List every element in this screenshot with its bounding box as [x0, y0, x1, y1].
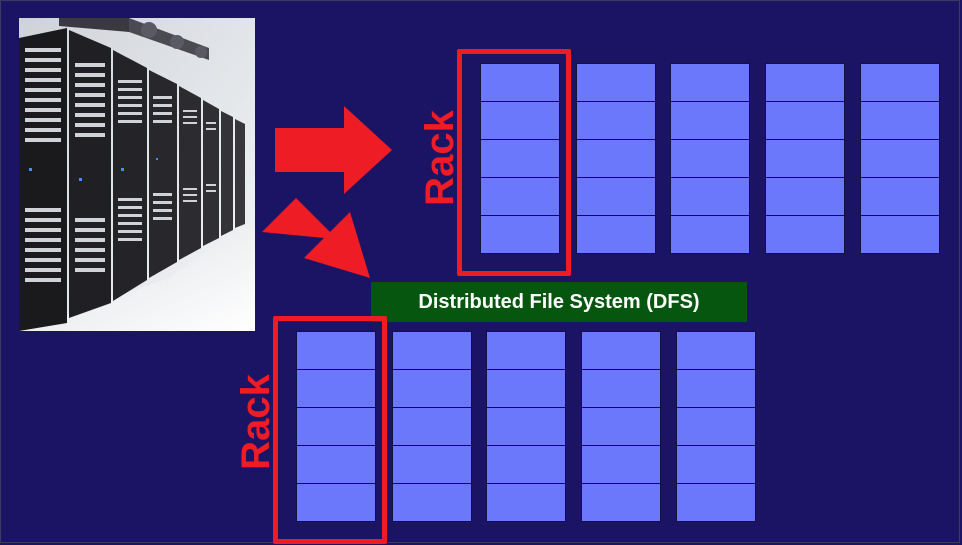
node	[486, 331, 566, 370]
node	[860, 139, 940, 178]
node	[765, 215, 845, 254]
node	[392, 445, 472, 484]
node	[581, 407, 661, 446]
arrow-down-right-icon	[262, 198, 370, 278]
node	[576, 101, 656, 140]
rack-column	[670, 63, 750, 254]
rack-column	[576, 63, 656, 254]
rack-label-top: Rack	[417, 110, 462, 206]
rack-column	[765, 63, 845, 254]
node	[576, 63, 656, 102]
node	[860, 63, 940, 102]
arrow-right-icon	[275, 106, 392, 194]
node	[392, 483, 472, 522]
node	[486, 369, 566, 408]
rack-label-bottom: Rack	[233, 374, 278, 470]
node	[676, 483, 756, 522]
node	[670, 139, 750, 178]
node	[581, 369, 661, 408]
node	[765, 139, 845, 178]
node	[676, 445, 756, 484]
node	[486, 445, 566, 484]
node	[486, 407, 566, 446]
node	[392, 331, 472, 370]
node	[860, 177, 940, 216]
node	[486, 483, 566, 522]
node	[670, 101, 750, 140]
node	[581, 483, 661, 522]
rack-column	[486, 331, 566, 522]
node	[392, 407, 472, 446]
node	[676, 369, 756, 408]
node	[765, 63, 845, 102]
rack-outline-bottom	[273, 316, 387, 544]
rack-column	[860, 63, 940, 254]
node	[676, 331, 756, 370]
rack-column	[676, 331, 756, 522]
node	[581, 331, 661, 370]
node	[670, 63, 750, 102]
node	[576, 177, 656, 216]
node	[581, 445, 661, 484]
node	[765, 101, 845, 140]
rack-outline-top	[457, 49, 571, 276]
rack-column	[392, 331, 472, 522]
node	[670, 177, 750, 216]
node	[576, 215, 656, 254]
node	[392, 369, 472, 408]
dfs-banner: Distributed File System (DFS)	[371, 282, 747, 322]
node	[670, 215, 750, 254]
node	[576, 139, 656, 178]
node	[860, 101, 940, 140]
node	[676, 407, 756, 446]
rack-column	[581, 331, 661, 522]
node	[860, 215, 940, 254]
node	[765, 177, 845, 216]
